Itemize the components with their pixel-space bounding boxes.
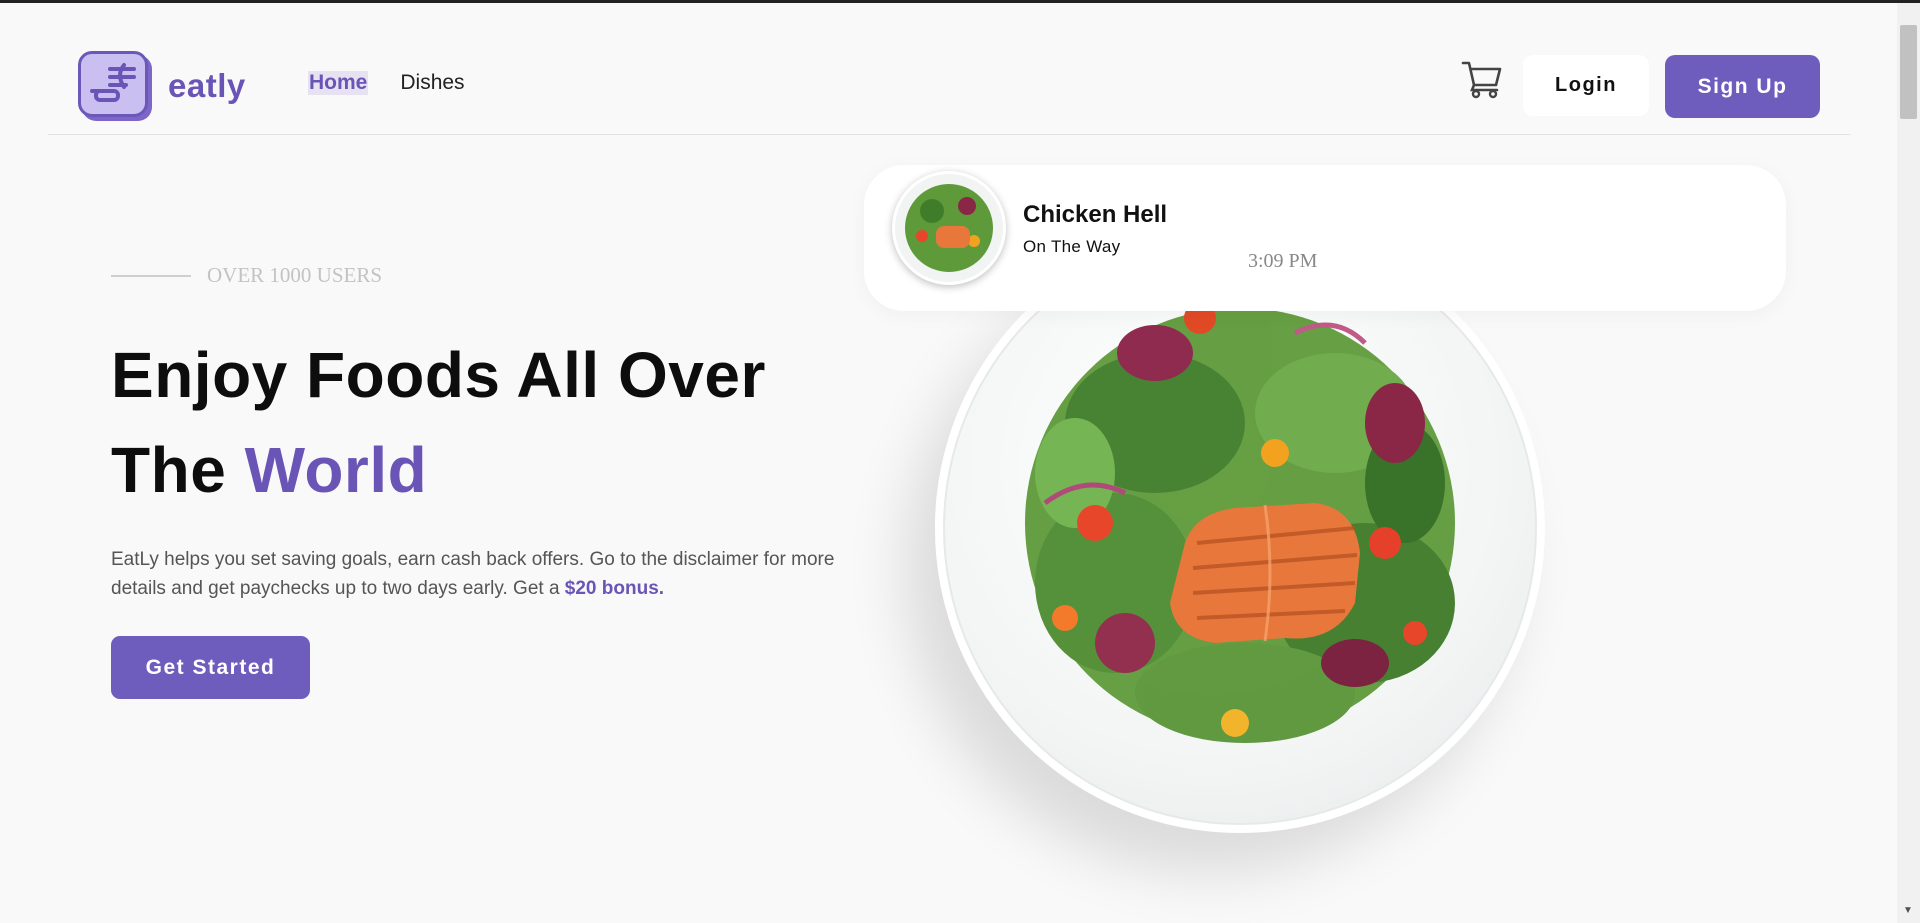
nav-link-home[interactable]: Home — [308, 71, 369, 95]
scroll-down-arrow-icon[interactable]: ▼ — [1903, 905, 1913, 916]
eyebrow-line — [111, 274, 191, 277]
hero-headline: Enjoy Foods All Over The World — [111, 328, 871, 518]
navbar: eatly Home Dishes Login Sign Up — [48, 3, 1850, 135]
eyebrow-text: OVER 1000 USERS — [207, 263, 383, 287]
scrollbar-thumb[interactable] — [1900, 25, 1917, 119]
headline-line1: Enjoy Foods All Over — [111, 339, 766, 411]
salad-plate-image — [935, 223, 1545, 833]
order-thumbnail-image — [892, 171, 1006, 285]
nav-links: Home Dishes — [308, 71, 465, 95]
hero-description: EatLy helps you set saving goals, earn c… — [111, 545, 841, 603]
order-status: On The Way — [1023, 237, 1121, 256]
cart-icon[interactable] — [1461, 59, 1503, 99]
vertical-scrollbar[interactable]: ▼ — [1897, 3, 1920, 923]
order-title: Chicken Hell — [1023, 201, 1168, 228]
logo-text: eatly — [168, 67, 246, 104]
logo-icon — [78, 51, 152, 121]
bonus-text: $20 bonus. — [564, 578, 665, 599]
signup-button[interactable]: Sign Up — [1665, 55, 1820, 118]
headline-accent: World — [244, 434, 428, 506]
users-eyebrow: OVER 1000 USERS — [111, 263, 382, 288]
headline-line2-prefix: The — [111, 434, 245, 506]
order-time: 3:09 PM — [1248, 250, 1318, 272]
order-status-card[interactable]: Chicken Hell On The Way 3:09 PM — [864, 165, 1786, 311]
get-started-button[interactable]: Get Started — [111, 636, 310, 699]
description-text: EatLy helps you set saving goals, earn c… — [111, 549, 835, 599]
nav-link-dishes[interactable]: Dishes — [400, 71, 464, 95]
logo[interactable]: eatly — [78, 51, 246, 121]
login-button[interactable]: Login — [1523, 55, 1649, 116]
